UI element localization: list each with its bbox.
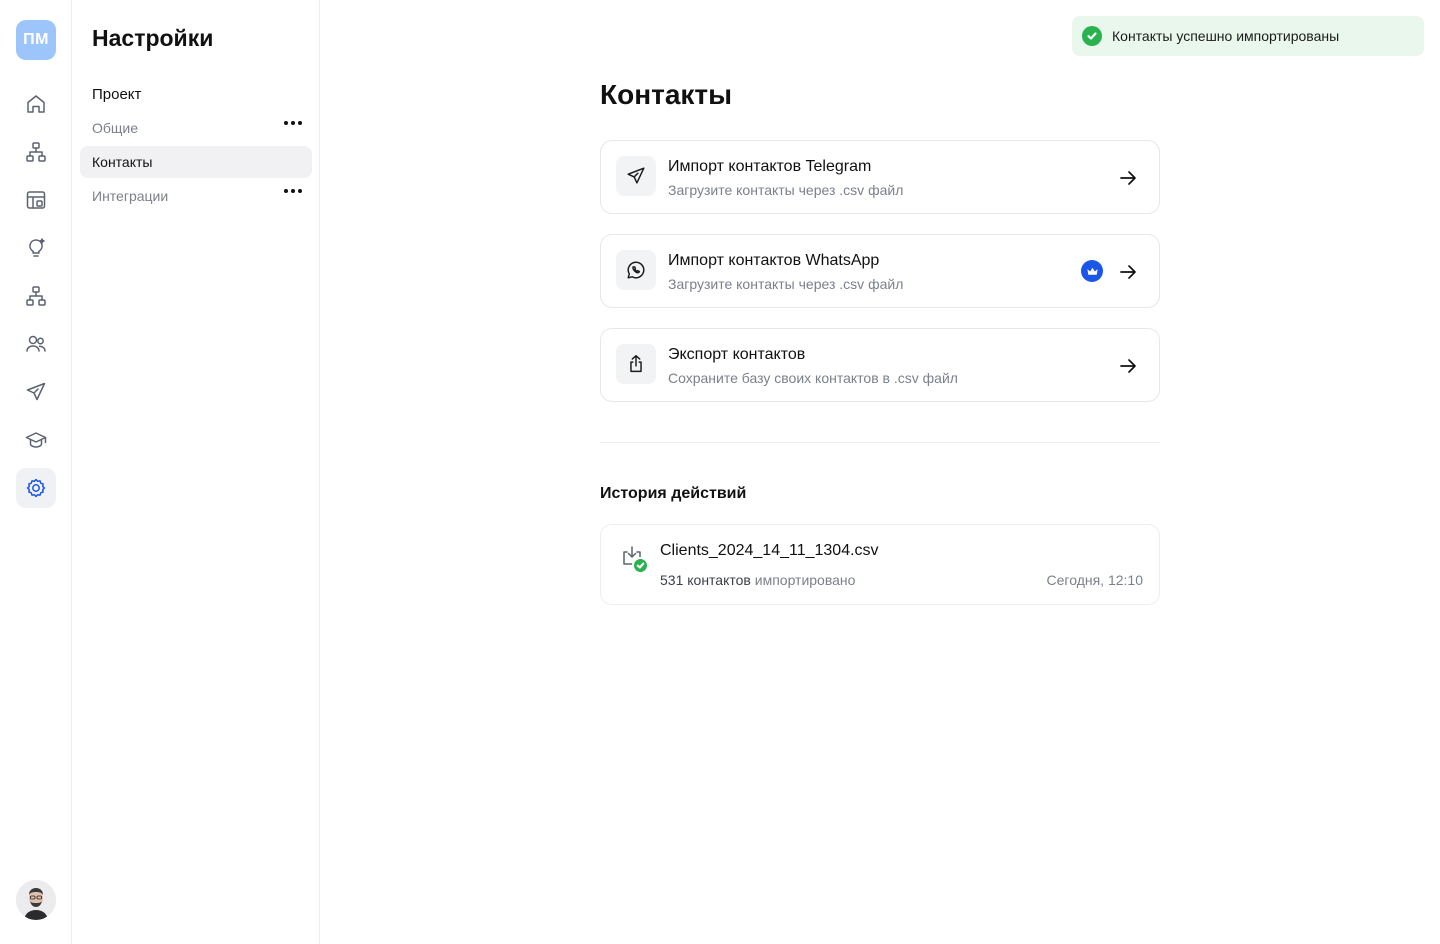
rail-item-users[interactable]	[16, 324, 56, 364]
rail-item-settings[interactable]	[16, 468, 56, 508]
rail-item-hierarchy[interactable]	[16, 276, 56, 316]
rail-item-send[interactable]	[16, 372, 56, 412]
section-divider	[600, 442, 1160, 443]
history-title: История действий	[600, 485, 747, 502]
layout-icon	[26, 191, 46, 209]
history-timestamp: Сегодня, 12:10	[1046, 572, 1143, 588]
rail-item-education[interactable]	[16, 420, 56, 460]
export-contacts-card[interactable]: Экспорт контактов Сохраните базу своих к…	[600, 328, 1160, 402]
whatsapp-icon	[627, 261, 645, 279]
more-icon[interactable]	[284, 121, 302, 125]
rail-item-structure[interactable]	[16, 132, 56, 172]
rail-item-home[interactable]	[16, 84, 56, 124]
home-icon	[27, 95, 45, 113]
toast-text: Контакты успешно импортированы	[1112, 28, 1340, 44]
project-logo[interactable]: ПМ	[16, 20, 56, 60]
card-subtitle: Загрузите контакты через .csv файл	[668, 182, 904, 198]
history-item[interactable]: Clients_2024_14_11_1304.csv 531 контакто…	[600, 524, 1160, 605]
avatar-portrait-icon	[16, 880, 56, 920]
idea-bulb-icon	[29, 238, 45, 257]
share-upload-icon	[630, 355, 642, 373]
success-toast: Контакты успешно импортированы	[1072, 16, 1424, 56]
card-subtitle: Загрузите контакты через .csv файл	[668, 276, 904, 292]
arrow-right-icon[interactable]	[1117, 261, 1139, 283]
arrow-right-icon[interactable]	[1117, 167, 1139, 189]
card-title: Импорт контактов WhatsApp	[668, 252, 880, 269]
hierarchy-icon	[26, 286, 46, 306]
card-title: Импорт контактов Telegram	[668, 158, 872, 175]
settings-gear-icon	[26, 478, 46, 498]
history-file-name: Clients_2024_14_11_1304.csv	[660, 542, 879, 559]
paper-plane-icon	[627, 167, 645, 184]
import-telegram-card[interactable]: Импорт контактов Telegram Загрузите конт…	[600, 140, 1160, 214]
structure-icon	[26, 142, 46, 162]
settings-item-label: Общие	[92, 120, 139, 136]
settings-title: Настройки	[92, 25, 214, 51]
users-icon	[26, 335, 46, 352]
history-count: 531 контактов	[660, 572, 751, 588]
card-icon-box	[616, 344, 656, 384]
check-circle-icon	[632, 557, 649, 574]
settings-item-general[interactable]: Общие	[80, 112, 312, 144]
page-title: Контакты	[600, 79, 733, 110]
settings-item-label: Контакты	[92, 154, 153, 170]
section-label-project: Проект	[92, 86, 142, 103]
more-icon[interactable]	[284, 189, 302, 193]
crown-icon	[1081, 260, 1103, 282]
file-import-icon	[620, 544, 652, 576]
history-file-summary: 531 контактов импортировано	[660, 572, 855, 588]
left-rail: ПМ	[0, 0, 72, 944]
settings-item-contacts[interactable]: Контакты	[80, 146, 312, 178]
arrow-right-icon[interactable]	[1117, 355, 1139, 377]
send-icon	[26, 382, 46, 401]
graduation-cap-icon	[25, 432, 47, 448]
user-avatar[interactable]	[16, 880, 56, 920]
history-status: импортировано	[754, 572, 856, 588]
settings-item-integrations[interactable]: Интеграции	[80, 180, 312, 212]
card-subtitle: Сохраните базу своих контактов в .csv фа…	[668, 370, 958, 386]
rail-item-ideas[interactable]	[16, 228, 56, 268]
settings-sidebar: Настройки Проект Общие Контакты Интеграц…	[72, 0, 320, 944]
card-title: Экспорт контактов	[668, 346, 806, 363]
import-whatsapp-card[interactable]: Импорт контактов WhatsApp Загрузите конт…	[600, 234, 1160, 308]
card-icon-box	[616, 156, 656, 196]
settings-item-label: Интеграции	[92, 188, 169, 204]
rail-item-layout[interactable]	[16, 180, 56, 220]
card-icon-box	[616, 250, 656, 290]
check-circle-icon	[1082, 26, 1102, 46]
